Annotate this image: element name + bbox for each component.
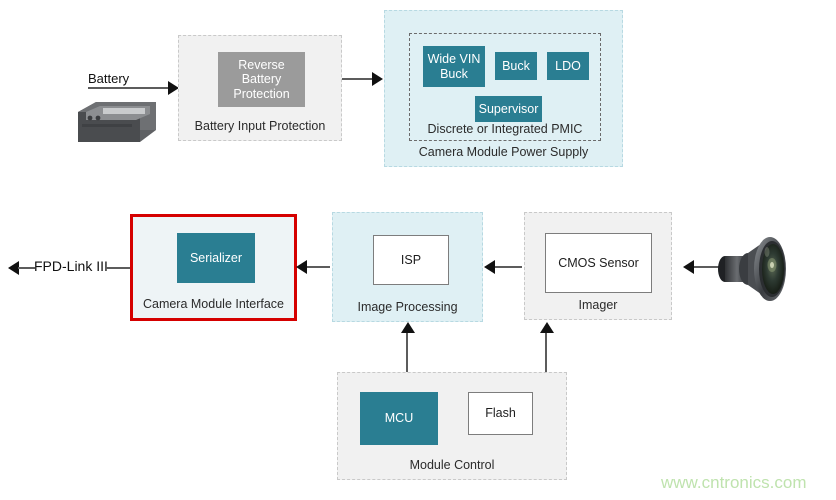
- group-imager-label: Imager: [578, 298, 618, 313]
- group-module-control: MCU Flash Module Control: [337, 372, 567, 480]
- block-mcu-label: MCU: [384, 411, 414, 426]
- mcu-to-isp-arrowhead: [401, 322, 415, 333]
- protection-to-power-line: [342, 78, 374, 80]
- protection-to-power-arrowhead: [372, 72, 383, 86]
- group-discrete-or-integrated-pmic-label: Discrete or Integrated PMIC: [427, 122, 583, 136]
- diagram-canvas: Battery Reverse Battery Protection Batte…: [0, 0, 836, 500]
- block-supervisor[interactable]: Supervisor: [475, 96, 542, 122]
- block-cmos-sensor[interactable]: CMOS Sensor: [545, 233, 652, 293]
- block-isp-label: ISP: [400, 252, 422, 267]
- block-ldo-label: LDO: [555, 58, 581, 73]
- block-buck[interactable]: Buck: [495, 52, 537, 80]
- group-image-processing-label: Image Processing: [357, 300, 458, 315]
- block-cmos-sensor-label: CMOS Sensor: [558, 255, 639, 270]
- group-camera-module-interface: Serializer Camera Module Interface: [130, 214, 297, 321]
- car-battery-icon: [78, 102, 156, 142]
- isp-to-serializer-line: [305, 266, 330, 268]
- block-serializer[interactable]: Serializer: [177, 233, 255, 283]
- block-reverse-battery-protection[interactable]: Reverse Battery Protection: [218, 52, 305, 107]
- mcu-to-isp-line: [406, 332, 408, 373]
- block-wide-vin-buck-label: Wide VIN Buck: [427, 52, 481, 81]
- group-camera-module-power-supply: Wide VIN Buck Buck LDO Supervisor Discre…: [384, 10, 623, 167]
- imager-to-isp-line: [494, 266, 522, 268]
- camera-lens-icon: [718, 237, 786, 301]
- group-discrete-or-integrated-pmic: Wide VIN Buck Buck LDO Supervisor Discre…: [409, 33, 601, 141]
- group-battery-input-protection: Reverse Battery Protection Battery Input…: [178, 35, 342, 141]
- battery-to-protection-line: [88, 87, 172, 89]
- lens-to-imager-arrowhead: [683, 260, 694, 274]
- group-imager: CMOS Sensor Imager: [524, 212, 672, 320]
- group-image-processing: ISP Image Processing: [332, 212, 483, 322]
- fpd-link-line-right: [105, 267, 131, 269]
- block-wide-vin-buck[interactable]: Wide VIN Buck: [423, 46, 485, 87]
- block-flash-label: Flash: [485, 406, 516, 421]
- block-flash[interactable]: Flash: [468, 392, 533, 435]
- fpd-link-line-left: [18, 267, 35, 269]
- group-module-control-label: Module Control: [409, 458, 495, 473]
- site-watermark: www.cntronics.com: [661, 473, 807, 492]
- block-serializer-label: Serializer: [189, 250, 243, 265]
- mcu-to-imager-line: [545, 332, 547, 373]
- fpd-link-label: FPD-Link III: [34, 258, 108, 274]
- isp-to-serializer-arrowhead: [296, 260, 307, 274]
- block-ldo[interactable]: LDO: [547, 52, 589, 80]
- block-buck-label: Buck: [502, 58, 530, 73]
- block-supervisor-label: Supervisor: [478, 101, 539, 116]
- group-camera-module-power-supply-label: Camera Module Power Supply: [418, 145, 589, 160]
- mcu-to-imager-arrowhead: [540, 322, 554, 333]
- imager-to-isp-arrowhead: [484, 260, 495, 274]
- block-isp[interactable]: ISP: [373, 235, 449, 285]
- group-battery-input-protection-label: Battery Input Protection: [194, 119, 326, 134]
- group-camera-module-interface-label: Camera Module Interface: [142, 297, 285, 312]
- block-reverse-battery-protection-label: Reverse Battery Protection: [233, 57, 290, 101]
- block-mcu[interactable]: MCU: [360, 392, 438, 445]
- battery-label: Battery: [88, 71, 130, 86]
